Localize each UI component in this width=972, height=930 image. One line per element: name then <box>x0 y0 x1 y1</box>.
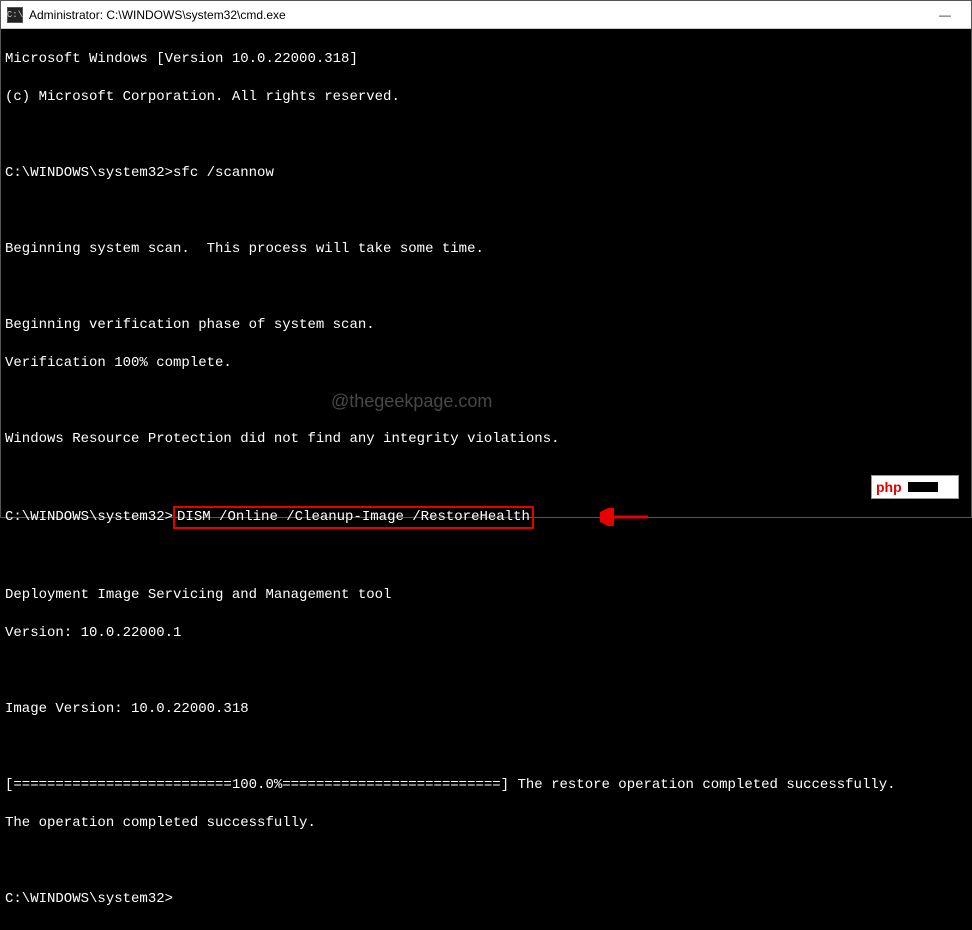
terminal-output[interactable]: Microsoft Windows [Version 10.0.22000.31… <box>1 29 971 930</box>
window-titlebar: C:\ Administrator: C:\WINDOWS\system32\c… <box>1 1 971 29</box>
window-controls: — <box>925 8 965 22</box>
php-badge: php <box>871 475 959 499</box>
output-line: Verification 100% complete. <box>5 354 967 373</box>
prompt-line: C:\WINDOWS\system32>sfc /scannow <box>5 164 967 183</box>
output-line: Image Version: 10.0.22000.318 <box>5 700 967 719</box>
output-line: Beginning system scan. This process will… <box>5 240 967 259</box>
command-text: sfc /scannow <box>173 165 274 181</box>
minimize-button[interactable]: — <box>925 8 965 22</box>
output-line <box>5 852 967 871</box>
progress-line: [==========================100.0%=======… <box>5 776 967 795</box>
output-line: Windows Resource Protection did not find… <box>5 430 967 449</box>
arrow-annotation-icon <box>600 508 650 526</box>
output-line: Beginning verification phase of system s… <box>5 316 967 335</box>
output-line: Deployment Image Servicing and Managemen… <box>5 586 967 605</box>
output-line <box>5 738 967 757</box>
output-line <box>5 126 967 145</box>
output-line: The operation completed successfully. <box>5 814 967 833</box>
prompt-path: C:\WINDOWS\system32> <box>5 891 173 907</box>
output-line: Version: 10.0.22000.1 <box>5 624 967 643</box>
prompt-line: C:\WINDOWS\system32> <box>5 890 967 909</box>
cmd-icon: C:\ <box>7 7 23 23</box>
prompt-path: C:\WINDOWS\system32> <box>5 509 173 525</box>
output-line <box>5 202 967 221</box>
window-title: Administrator: C:\WINDOWS\system32\cmd.e… <box>29 8 925 22</box>
output-line: Microsoft Windows [Version 10.0.22000.31… <box>5 50 967 69</box>
output-line <box>5 278 967 297</box>
prompt-path: C:\WINDOWS\system32> <box>5 165 173 181</box>
badge-label: php <box>876 479 902 495</box>
badge-decoration <box>908 482 938 492</box>
output-line <box>5 392 967 411</box>
output-line: (c) Microsoft Corporation. All rights re… <box>5 88 967 107</box>
output-line <box>5 468 967 487</box>
output-line <box>5 548 967 567</box>
output-line <box>5 662 967 681</box>
